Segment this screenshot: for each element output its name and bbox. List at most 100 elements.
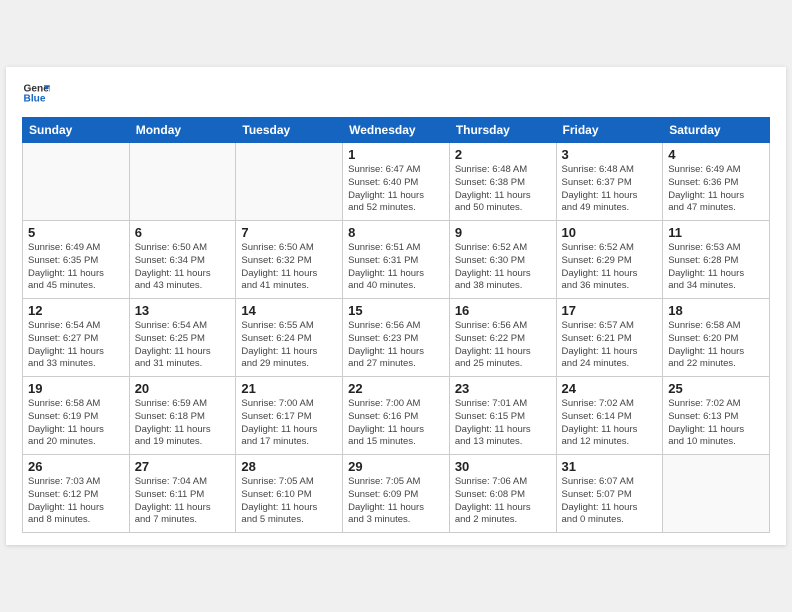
cell-info: Sunrise: 6:49 AM Sunset: 6:36 PM Dayligh… xyxy=(668,164,764,215)
calendar-cell: 4Sunrise: 6:49 AM Sunset: 6:36 PM Daylig… xyxy=(663,143,770,221)
calendar-cell: 20 Sunrise: 6:59 AM Sunset: 6:18 PM Dayli… xyxy=(129,377,236,455)
cell-info: Sunrise: 7:05 AM Sunset: 6:10 PM Dayligh… xyxy=(241,476,337,527)
calendar-body: 1 Sunrise: 6:47 AM Sunset: 6:40 PM Daylig… xyxy=(23,143,770,533)
cell-date: 31 xyxy=(562,459,658,474)
cell-date: 22 xyxy=(348,381,444,396)
cell-info: Sunrise: 6:56 AM Sunset: 6:22 PM Dayligh… xyxy=(455,320,551,371)
calendar-cell: 23 Sunrise: 7:01 AM Sunset: 6:15 PM Dayli… xyxy=(449,377,556,455)
cell-info: Sunrise: 6:57 AM Sunset: 6:21 PM Dayligh… xyxy=(562,320,658,371)
cell-info: Sunrise: 7:03 AM Sunset: 6:12 PM Dayligh… xyxy=(28,476,124,527)
calendar-cell: 25Sunrise: 7:02 AM Sunset: 6:13 PM Dayli… xyxy=(663,377,770,455)
calendar-week-4: 19 Sunrise: 6:58 AM Sunset: 6:19 PM Dayli… xyxy=(23,377,770,455)
cell-info: Sunrise: 6:47 AM Sunset: 6:40 PM Dayligh… xyxy=(348,164,444,215)
calendar-cell: 2Sunrise: 6:48 AM Sunset: 6:38 PM Daylig… xyxy=(449,143,556,221)
calendar-cell: 13 Sunrise: 6:54 AM Sunset: 6:25 PM Dayli… xyxy=(129,299,236,377)
calendar-cell: 21 Sunrise: 7:00 AM Sunset: 6:17 PM Dayli… xyxy=(236,377,343,455)
cell-info: Sunrise: 6:49 AM Sunset: 6:35 PM Dayligh… xyxy=(28,242,124,293)
calendar-cell: 18 Sunrise: 6:58 AM Sunset: 6:20 PM Dayli… xyxy=(663,299,770,377)
cell-date: 24 xyxy=(562,381,658,396)
cell-date: 29 xyxy=(348,459,444,474)
calendar-cell: 17Sunrise: 6:57 AM Sunset: 6:21 PM Dayli… xyxy=(556,299,663,377)
cell-date: 16 xyxy=(455,303,551,318)
calendar-cell: 16 Sunrise: 6:56 AM Sunset: 6:22 PM Dayli… xyxy=(449,299,556,377)
cell-info: Sunrise: 7:01 AM Sunset: 6:15 PM Dayligh… xyxy=(455,398,551,449)
day-header-thursday: Thursday xyxy=(449,118,556,143)
calendar-container: General Blue SundayMondayTuesdayWednesda… xyxy=(6,67,786,545)
cell-date: 14 xyxy=(241,303,337,318)
cell-info: Sunrise: 6:56 AM Sunset: 6:23 PM Dayligh… xyxy=(348,320,444,371)
cell-info: Sunrise: 6:59 AM Sunset: 6:18 PM Dayligh… xyxy=(135,398,231,449)
day-header-friday: Friday xyxy=(556,118,663,143)
cell-info: Sunrise: 6:52 AM Sunset: 6:30 PM Dayligh… xyxy=(455,242,551,293)
cell-date: 8 xyxy=(348,225,444,240)
calendar-cell: 28 Sunrise: 7:05 AM Sunset: 6:10 PM Dayli… xyxy=(236,455,343,533)
calendar-cell: 29 Sunrise: 7:05 AM Sunset: 6:09 PM Dayli… xyxy=(343,455,450,533)
calendar-cell: 6Sunrise: 6:50 AM Sunset: 6:34 PM Daylig… xyxy=(129,221,236,299)
cell-date: 23 xyxy=(455,381,551,396)
cell-date: 5 xyxy=(28,225,124,240)
cell-date: 25 xyxy=(668,381,764,396)
calendar-cell: 7Sunrise: 6:50 AM Sunset: 6:32 PM Daylig… xyxy=(236,221,343,299)
calendar-cell xyxy=(663,455,770,533)
cell-date: 15 xyxy=(348,303,444,318)
calendar-cell: 22 Sunrise: 7:00 AM Sunset: 6:16 PM Dayli… xyxy=(343,377,450,455)
cell-info: Sunrise: 6:54 AM Sunset: 6:25 PM Dayligh… xyxy=(135,320,231,371)
cell-date: 20 xyxy=(135,381,231,396)
cell-info: Sunrise: 7:06 AM Sunset: 6:08 PM Dayligh… xyxy=(455,476,551,527)
cell-info: Sunrise: 6:51 AM Sunset: 6:31 PM Dayligh… xyxy=(348,242,444,293)
calendar-cell: 10 Sunrise: 6:52 AM Sunset: 6:29 PM Dayli… xyxy=(556,221,663,299)
calendar-cell: 8 Sunrise: 6:51 AM Sunset: 6:31 PM Daylig… xyxy=(343,221,450,299)
calendar-cell: 12 Sunrise: 6:54 AM Sunset: 6:27 PM Dayli… xyxy=(23,299,130,377)
calendar-cell: 26Sunrise: 7:03 AM Sunset: 6:12 PM Dayli… xyxy=(23,455,130,533)
calendar-cell xyxy=(236,143,343,221)
day-header-tuesday: Tuesday xyxy=(236,118,343,143)
logo-icon: General Blue xyxy=(22,79,50,107)
cell-info: Sunrise: 6:48 AM Sunset: 6:37 PM Dayligh… xyxy=(562,164,658,215)
cell-info: Sunrise: 6:58 AM Sunset: 6:19 PM Dayligh… xyxy=(28,398,124,449)
cell-info: Sunrise: 6:54 AM Sunset: 6:27 PM Dayligh… xyxy=(28,320,124,371)
svg-text:Blue: Blue xyxy=(24,94,46,105)
cell-info: Sunrise: 7:04 AM Sunset: 6:11 PM Dayligh… xyxy=(135,476,231,527)
cell-info: Sunrise: 7:05 AM Sunset: 6:09 PM Dayligh… xyxy=(348,476,444,527)
cell-date: 19 xyxy=(28,381,124,396)
cell-info: Sunrise: 6:53 AM Sunset: 6:28 PM Dayligh… xyxy=(668,242,764,293)
calendar-cell: 1 Sunrise: 6:47 AM Sunset: 6:40 PM Daylig… xyxy=(343,143,450,221)
cell-date: 13 xyxy=(135,303,231,318)
calendar-cell: 15 Sunrise: 6:56 AM Sunset: 6:23 PM Dayli… xyxy=(343,299,450,377)
calendar-cell: 31Sunrise: 6:07 AM Sunset: 5:07 PM Dayli… xyxy=(556,455,663,533)
cell-info: Sunrise: 6:48 AM Sunset: 6:38 PM Dayligh… xyxy=(455,164,551,215)
cell-date: 10 xyxy=(562,225,658,240)
day-header-monday: Monday xyxy=(129,118,236,143)
cell-info: Sunrise: 7:00 AM Sunset: 6:16 PM Dayligh… xyxy=(348,398,444,449)
calendar-cell: 24Sunrise: 7:02 AM Sunset: 6:14 PM Dayli… xyxy=(556,377,663,455)
cell-date: 11 xyxy=(668,225,764,240)
calendar-week-5: 26Sunrise: 7:03 AM Sunset: 6:12 PM Dayli… xyxy=(23,455,770,533)
calendar-cell: 3 Sunrise: 6:48 AM Sunset: 6:37 PM Daylig… xyxy=(556,143,663,221)
calendar-table: SundayMondayTuesdayWednesdayThursdayFrid… xyxy=(22,117,770,533)
cell-date: 18 xyxy=(668,303,764,318)
cell-date: 9 xyxy=(455,225,551,240)
cell-date: 27 xyxy=(135,459,231,474)
calendar-header-row: SundayMondayTuesdayWednesdayThursdayFrid… xyxy=(23,118,770,143)
cell-info: Sunrise: 7:00 AM Sunset: 6:17 PM Dayligh… xyxy=(241,398,337,449)
cell-date: 3 xyxy=(562,147,658,162)
cell-info: Sunrise: 6:55 AM Sunset: 6:24 PM Dayligh… xyxy=(241,320,337,371)
cell-info: Sunrise: 6:50 AM Sunset: 6:34 PM Dayligh… xyxy=(135,242,231,293)
cell-date: 28 xyxy=(241,459,337,474)
calendar-cell xyxy=(23,143,130,221)
calendar-week-3: 12 Sunrise: 6:54 AM Sunset: 6:27 PM Dayli… xyxy=(23,299,770,377)
calendar-cell: 30Sunrise: 7:06 AM Sunset: 6:08 PM Dayli… xyxy=(449,455,556,533)
header: General Blue xyxy=(22,79,770,107)
logo: General Blue xyxy=(22,79,50,107)
cell-date: 1 xyxy=(348,147,444,162)
day-header-wednesday: Wednesday xyxy=(343,118,450,143)
cell-info: Sunrise: 6:52 AM Sunset: 6:29 PM Dayligh… xyxy=(562,242,658,293)
calendar-cell: 19 Sunrise: 6:58 AM Sunset: 6:19 PM Dayli… xyxy=(23,377,130,455)
cell-date: 12 xyxy=(28,303,124,318)
day-header-sunday: Sunday xyxy=(23,118,130,143)
calendar-cell: 5 Sunrise: 6:49 AM Sunset: 6:35 PM Daylig… xyxy=(23,221,130,299)
calendar-cell: 11 Sunrise: 6:53 AM Sunset: 6:28 PM Dayli… xyxy=(663,221,770,299)
cell-info: Sunrise: 6:58 AM Sunset: 6:20 PM Dayligh… xyxy=(668,320,764,371)
cell-info: Sunrise: 6:50 AM Sunset: 6:32 PM Dayligh… xyxy=(241,242,337,293)
cell-date: 21 xyxy=(241,381,337,396)
